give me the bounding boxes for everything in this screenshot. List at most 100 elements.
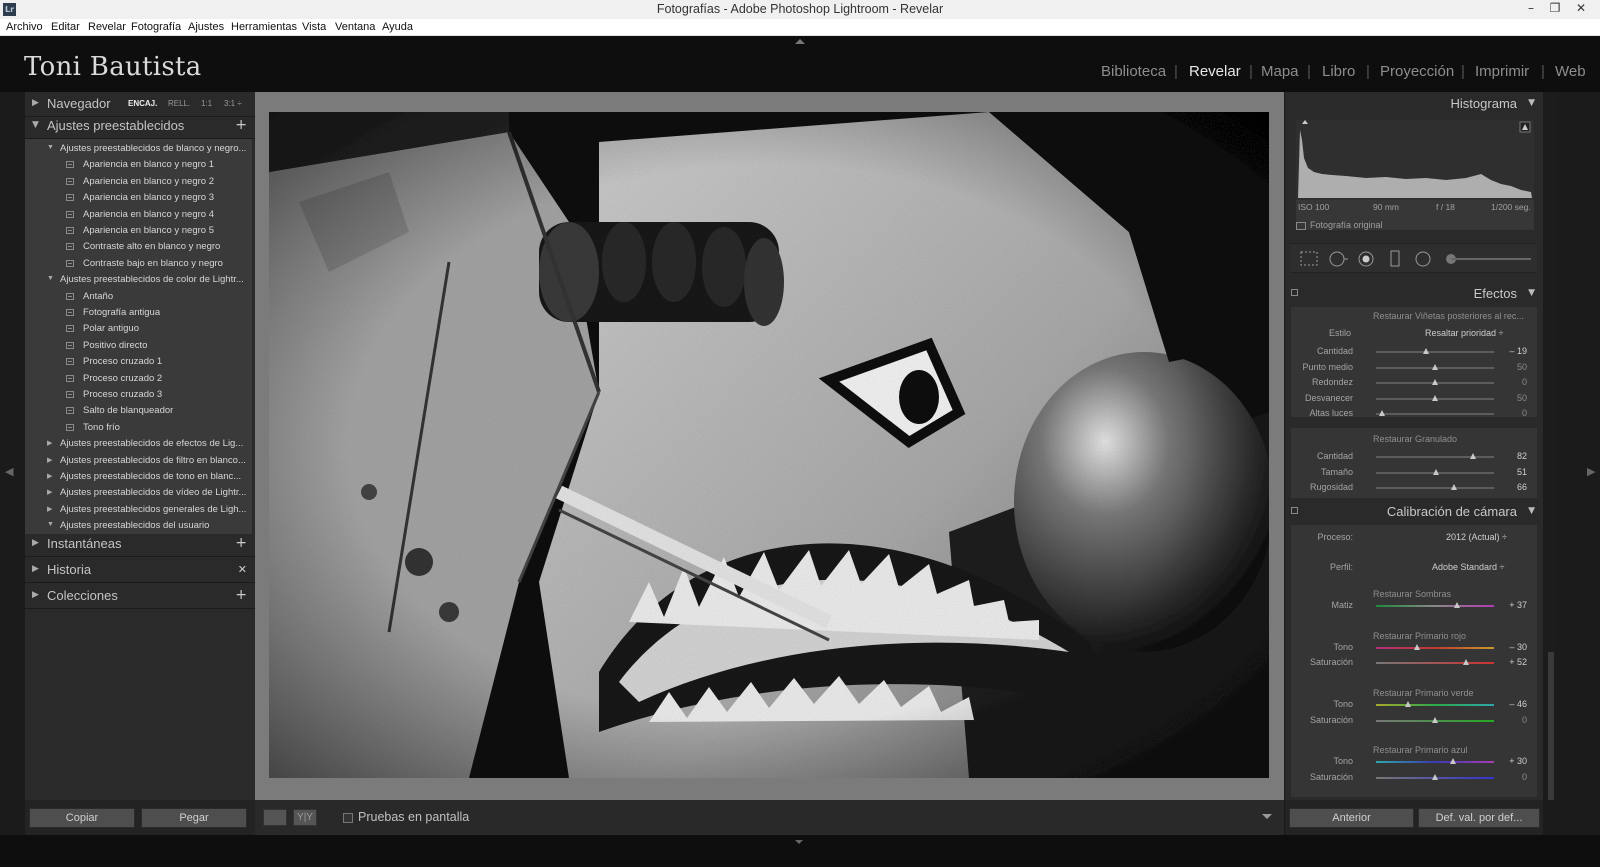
preset-item[interactable]: Apariencia en blanco y negro 5 (25, 223, 252, 239)
nav-option-fit[interactable]: ENCAJ. (128, 99, 157, 108)
menu-archivo[interactable]: Archivo (6, 21, 43, 33)
preset-folder[interactable]: ▼ Ajustes preestablecidos de color de Lig… (25, 272, 252, 288)
close-icon[interactable]: ✕ (1570, 1, 1592, 15)
panel-switch-icon[interactable] (1291, 289, 1298, 296)
preset-folder[interactable]: ▼ Ajustes preestablecidos de blanco y neg… (25, 141, 252, 157)
grain-0-slider-thumb[interactable] (1469, 453, 1476, 459)
snapshots-header[interactable]: ▶ Instantáneas + (25, 532, 255, 557)
process-dropdown[interactable]: 2012 (Actual) ÷ (1446, 532, 1507, 542)
original-photo-checkbox[interactable] (1296, 222, 1306, 230)
red-saturation-value[interactable]: + 52 (1497, 657, 1527, 667)
folder-closed-triangle-icon[interactable]: ▶ (47, 439, 52, 447)
expand-filmstrip-icon[interactable] (795, 840, 803, 844)
module-biblioteca[interactable]: Biblioteca (1101, 63, 1166, 80)
module-mapa[interactable]: Mapa (1261, 63, 1299, 80)
preset-item[interactable]: Apariencia en blanco y negro 4 (25, 207, 252, 223)
preset-item[interactable]: Tono frío (25, 420, 252, 436)
preset-item[interactable]: Apariencia en blanco y negro 3 (25, 190, 252, 206)
preset-folder[interactable]: ▶ Ajustes preestablecidos de filtro en bl… (25, 453, 252, 469)
presets-list[interactable]: ▼ Ajustes preestablecidos de blanco y neg… (25, 139, 252, 534)
collapse-left-panel-icon[interactable]: ◀ (5, 465, 13, 478)
blue-hue-slider-thumb[interactable] (1449, 758, 1456, 764)
copy-button[interactable]: Copiar (29, 808, 135, 828)
vignette-4-slider[interactable] (1376, 413, 1494, 415)
nav-option-1-1[interactable]: 1:1 (201, 99, 212, 108)
toolbar-options-icon[interactable] (1262, 814, 1272, 819)
module-proyeccion[interactable]: Proyección (1380, 63, 1454, 80)
menu-vista[interactable]: Vista (302, 21, 326, 33)
vignette-1-slider-thumb[interactable] (1432, 363, 1438, 370)
preset-item[interactable]: Polar antiguo (25, 321, 252, 337)
green-hue-slider[interactable] (1376, 704, 1494, 706)
graduated-filter-tool-icon[interactable] (1390, 250, 1400, 267)
collapse-right-panel-icon[interactable]: ▶ (1587, 465, 1595, 478)
shadows-tint-value[interactable]: + 37 (1497, 600, 1527, 610)
loupe-view-button[interactable] (263, 809, 287, 826)
red-hue-slider[interactable] (1376, 647, 1494, 649)
history-header[interactable]: ▶ Historia ✕ (25, 558, 255, 583)
vignette-4-value[interactable]: 0 (1497, 408, 1527, 418)
panel-switch-icon[interactable] (1291, 507, 1298, 514)
grain-0-value[interactable]: 82 (1497, 451, 1527, 461)
folder-closed-triangle-icon[interactable]: ▶ (47, 456, 52, 464)
module-web[interactable]: Web (1555, 63, 1586, 80)
blue-hue-value[interactable]: + 30 (1497, 756, 1527, 766)
folder-open-triangle-icon[interactable]: ▼ (47, 275, 54, 282)
calibration-header[interactable]: Calibración de cámara ▼ (1287, 500, 1541, 524)
preset-item[interactable]: Proceso cruzado 2 (25, 371, 252, 387)
add-collection-icon[interactable]: + (235, 587, 247, 603)
red-hue-slider-thumb[interactable] (1414, 644, 1421, 650)
grain-2-slider[interactable] (1376, 487, 1494, 489)
collapse-top-panel-icon[interactable] (795, 39, 805, 44)
menu-herramientas[interactable]: Herramientas (231, 21, 297, 33)
vignette-style-dropdown[interactable]: Resaltar prioridad ÷ (1425, 328, 1503, 338)
preset-item[interactable]: Contraste alto en blanco y negro (25, 239, 252, 255)
module-libro[interactable]: Libro (1322, 63, 1355, 80)
radial-filter-tool-icon[interactable] (1415, 251, 1431, 267)
vignette-1-value[interactable]: 50 (1497, 362, 1527, 372)
vignette-3-slider-thumb[interactable] (1432, 394, 1438, 401)
original-photo-toggle[interactable]: Fotografía original (1296, 218, 1534, 238)
vignette-0-value[interactable]: – 19 (1497, 346, 1527, 356)
vignette-2-value[interactable]: 0 (1497, 377, 1527, 387)
menu-ventana[interactable]: Ventana (335, 21, 375, 33)
scrollbar-thumb[interactable] (1548, 652, 1554, 800)
red-hue-value[interactable]: – 30 (1497, 642, 1527, 652)
preset-folder[interactable]: ▶ Ajustes preestablecidos de efectos de L… (25, 436, 252, 452)
red-saturation-slider-thumb[interactable] (1462, 659, 1469, 665)
preset-item[interactable]: Apariencia en blanco y negro 1 (25, 157, 252, 173)
grain-0-slider[interactable] (1376, 456, 1494, 458)
folder-open-triangle-icon[interactable]: ▼ (47, 144, 54, 151)
menu-editar[interactable]: Editar (51, 21, 80, 33)
nav-option-3-1[interactable]: 3:1 ÷ (224, 99, 242, 108)
green-hue-value[interactable]: – 46 (1497, 699, 1527, 709)
shadows-tint-slider-thumb[interactable] (1453, 602, 1460, 608)
histogram-chart[interactable] (1296, 120, 1534, 200)
collections-header[interactable]: ▶ Colecciones + (25, 584, 255, 609)
grain-1-slider-thumb[interactable] (1433, 468, 1440, 475)
soft-proofing-checkbox[interactable] (343, 813, 353, 823)
photo-preview[interactable] (269, 112, 1269, 778)
preset-item[interactable]: Proceso cruzado 3 (25, 387, 252, 403)
minimize-icon[interactable]: – (1520, 1, 1542, 15)
menu-revelar[interactable]: Revelar (88, 21, 126, 33)
preset-folder[interactable]: ▶ Ajustes preestablecidos de tono en blan… (25, 469, 252, 485)
folder-closed-triangle-icon[interactable]: ▶ (47, 488, 52, 496)
effects-header[interactable]: Efectos ▼ (1287, 282, 1541, 306)
vignette-3-value[interactable]: 50 (1497, 393, 1527, 403)
menu-fotografia[interactable]: Fotografía (131, 21, 181, 33)
nav-option-fill[interactable]: RELL. (168, 99, 190, 108)
red-eye-tool-icon[interactable] (1358, 251, 1374, 267)
green-saturation-slider-thumb[interactable] (1432, 717, 1438, 723)
vignette-0-slider-thumb[interactable] (1422, 348, 1429, 354)
red-saturation-slider[interactable] (1376, 662, 1494, 664)
preset-folder[interactable]: ▶ Ajustes preestablecidos de vídeo de Lig… (25, 485, 252, 501)
vignette-4-slider-thumb[interactable] (1378, 410, 1385, 416)
green-hue-slider-thumb[interactable] (1404, 701, 1411, 707)
preset-item[interactable]: Proceso cruzado 1 (25, 354, 252, 370)
module-revelar[interactable]: Revelar (1189, 63, 1241, 80)
paste-button[interactable]: Pegar (141, 808, 247, 828)
spot-removal-tool-icon[interactable] (1329, 251, 1348, 267)
green-saturation-value[interactable]: 0 (1497, 715, 1527, 725)
preset-item[interactable]: Fotografía antigua (25, 305, 252, 321)
